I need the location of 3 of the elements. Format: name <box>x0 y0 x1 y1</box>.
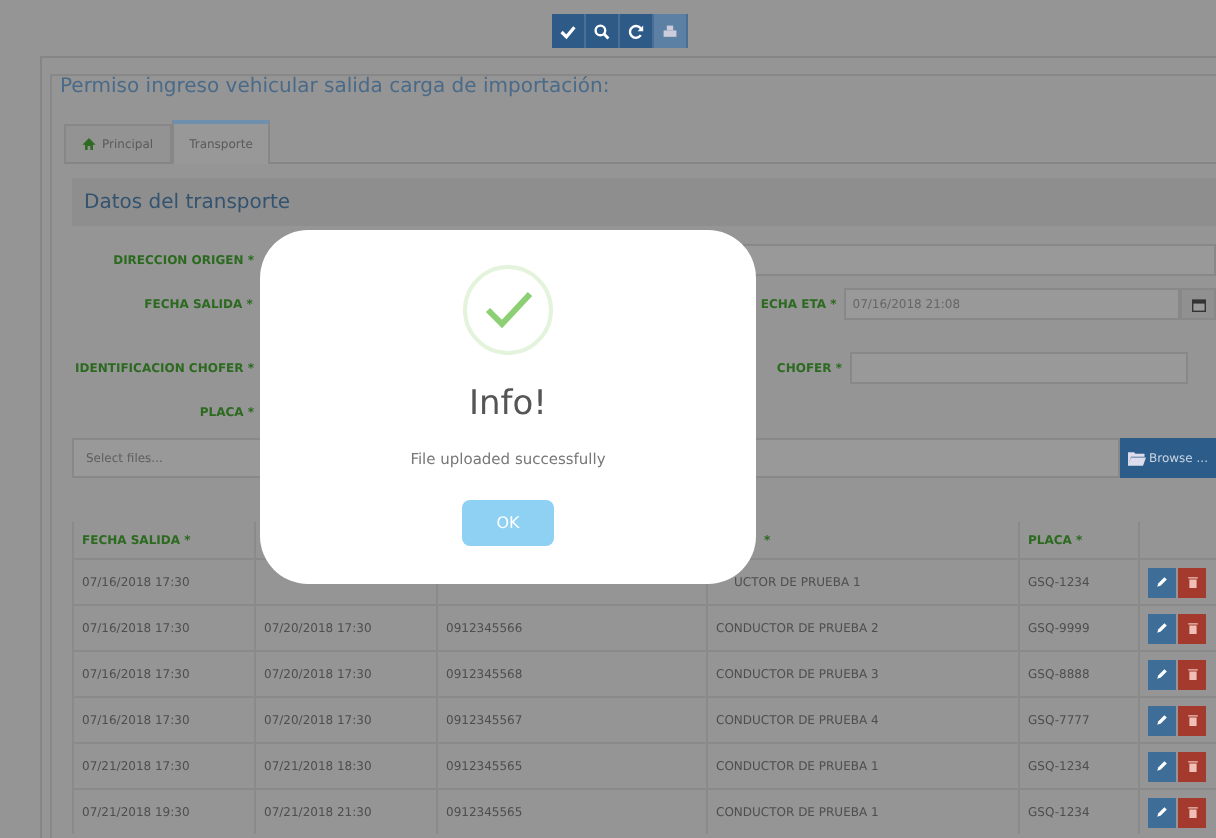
form-title: Permiso ingreso vehicular salida carga de importación: <box>60 76 612 102</box>
dialog-title: Info! <box>469 384 547 424</box>
section-title: Datos del transporte <box>84 191 291 213</box>
